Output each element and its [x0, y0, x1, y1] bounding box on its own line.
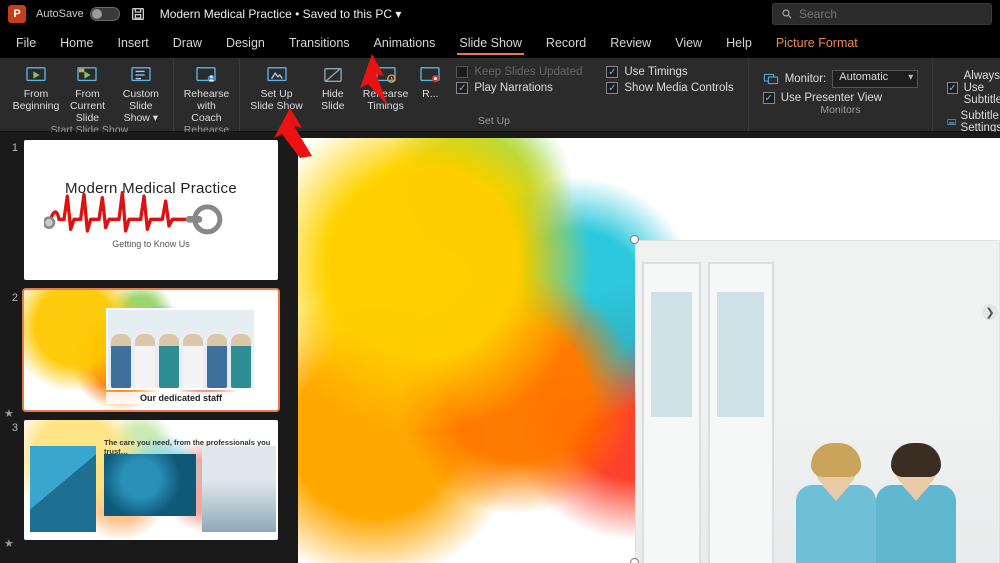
nurse-figure-2 [876, 447, 956, 563]
setup-icon [265, 64, 289, 86]
play-narrations-checkbox[interactable]: ✓Play Narrations [456, 82, 582, 94]
search-input[interactable] [799, 7, 983, 21]
save-icon[interactable] [130, 6, 146, 22]
rehearse-timings-icon [374, 64, 398, 86]
group-monitors: Monitor: Automatic ✓Use Presenter View M… [749, 58, 934, 131]
group-captions: ✓Always Use Subtitles Subtitle Settings … [933, 58, 1000, 131]
monitor-selector[interactable]: Monitor: Automatic [763, 70, 919, 88]
autosave-label: AutoSave [36, 8, 84, 20]
tab-view[interactable]: View [673, 30, 704, 58]
search-box[interactable] [772, 3, 992, 25]
selection-handle[interactable] [630, 235, 639, 244]
group-set-up: Set Up Slide Show Hide Slide Rehearse Ti… [240, 58, 748, 131]
group-start-slide-show: From Beginning From Current Slide Custom… [6, 58, 174, 131]
rehearse-timings-button[interactable]: Rehearse Timings [359, 62, 413, 112]
set-up-slide-show-button[interactable]: Set Up Slide Show [246, 62, 307, 112]
use-timings-checkbox[interactable]: ✓Use Timings [606, 66, 733, 78]
use-presenter-view-checkbox[interactable]: ✓Use Presenter View [763, 92, 919, 104]
thumbnail-3-preview: The care you need, from the professional… [24, 420, 278, 540]
from-current-slide-button[interactable]: From Current Slide [62, 62, 113, 124]
thumbnail-2-preview: Our dedicated staff [24, 290, 278, 410]
selected-picture[interactable] [635, 240, 1000, 563]
play-from-current-icon [75, 64, 99, 86]
tab-transitions[interactable]: Transitions [287, 30, 352, 58]
slide-thumbnail-panel[interactable]: 1 Modern Medical Practice Getting to Kno… [0, 132, 290, 563]
ribbon: From Beginning From Current Slide Custom… [0, 58, 1000, 132]
menu-bar: File Home Insert Draw Design Transitions… [0, 28, 1000, 58]
subtitle-icon [947, 115, 956, 129]
animation-indicator-icon: ★ [4, 537, 14, 550]
autosave-control[interactable]: AutoSave [36, 7, 120, 21]
autosave-toggle[interactable] [90, 7, 120, 21]
title-bar: P AutoSave Modern Medical Practice • Sav… [0, 0, 1000, 28]
tab-design[interactable]: Design [224, 30, 267, 58]
show-media-controls-checkbox[interactable]: ✓Show Media Controls [606, 82, 733, 94]
record-icon [418, 64, 442, 86]
thumbnail-2[interactable]: 2 ★ Our dedicated staff [0, 288, 284, 418]
monitor-dropdown[interactable]: Automatic [832, 70, 918, 88]
tab-review[interactable]: Review [608, 30, 653, 58]
record-button[interactable]: R... [414, 62, 446, 100]
slide-editor[interactable]: ❯ [290, 132, 1000, 563]
search-icon [781, 8, 793, 20]
hide-slide-button[interactable]: Hide Slide [309, 62, 357, 112]
group-rehearse: Rehearse with Coach Rehearse [174, 58, 241, 131]
keep-slides-updated-checkbox: Keep Slides Updated [456, 66, 582, 78]
thumbnail-1-preview: Modern Medical Practice Getting to Know … [24, 140, 278, 280]
tab-draw[interactable]: Draw [171, 30, 204, 58]
always-use-subtitles-checkbox[interactable]: ✓Always Use Subtitles [947, 70, 1000, 106]
thumbnail-1[interactable]: 1 Modern Medical Practice Getting to Kno… [0, 138, 284, 288]
custom-slide-show-button[interactable]: Custom Slide Show ▾ [115, 62, 167, 124]
group-label-monitors: Monitors [820, 104, 860, 118]
coach-icon [194, 64, 218, 86]
tab-help[interactable]: Help [724, 30, 754, 58]
workspace: 1 Modern Medical Practice Getting to Kno… [0, 132, 1000, 563]
tab-picture-format[interactable]: Picture Format [774, 30, 860, 58]
custom-show-icon [129, 64, 153, 86]
nurse-figure-1 [796, 447, 876, 563]
selection-handle[interactable] [630, 558, 639, 563]
subtitle-settings-dropdown[interactable]: Subtitle Settings [947, 110, 1000, 134]
rehearse-with-coach-button[interactable]: Rehearse with Coach [180, 62, 234, 124]
tab-file[interactable]: File [14, 30, 38, 58]
monitor-icon [763, 72, 779, 86]
group-label-setup: Set Up [478, 115, 510, 129]
tab-insert[interactable]: Insert [116, 30, 151, 58]
hide-slide-icon [321, 64, 345, 86]
ekg-graphic [44, 186, 244, 236]
document-title[interactable]: Modern Medical Practice • Saved to this … [160, 7, 402, 21]
tab-record[interactable]: Record [544, 30, 588, 58]
tab-home[interactable]: Home [58, 30, 95, 58]
tab-animations[interactable]: Animations [372, 30, 438, 58]
from-beginning-button[interactable]: From Beginning [12, 62, 60, 124]
setup-options: Keep Slides Updated ✓Play Narrations ✓Us… [448, 62, 741, 94]
current-slide[interactable] [298, 138, 1000, 563]
play-from-start-icon [24, 64, 48, 86]
powerpoint-app-icon: P [8, 5, 26, 23]
thumbnail-3[interactable]: 3 ★ The care you need, from the professi… [0, 418, 284, 548]
tab-slide-show[interactable]: Slide Show [457, 30, 524, 58]
